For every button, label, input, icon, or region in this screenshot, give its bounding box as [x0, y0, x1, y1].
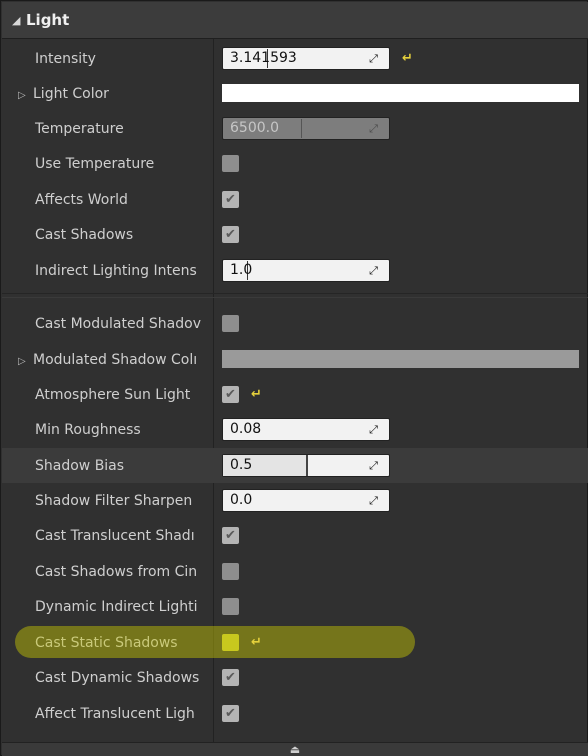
modulated-color-swatch[interactable]: [222, 350, 579, 368]
drag-spin-icon: ⤢: [369, 122, 378, 135]
light-color-label: Light Color: [33, 85, 109, 102]
use-temperature-checkbox[interactable]: [222, 155, 239, 172]
section-title: Light: [26, 11, 70, 29]
label-min-roughness: Min Roughness: [35, 421, 141, 438]
label-shadow-filter: Shadow Filter Sharpen: [35, 492, 193, 509]
shadow-filter-value: 0.0: [230, 492, 253, 508]
min-roughness-input[interactable]: 0.08 ⤢: [222, 418, 390, 441]
label-cast-translucent: Cast Translucent Shadı: [35, 527, 195, 544]
row-cast-shadows: Cast Shadows ✔: [2, 217, 588, 252]
row-dynamic-indirect: Dynamic Indirect Lighti: [2, 589, 588, 624]
row-cast-shadows-cin: Cast Shadows from Cin: [2, 554, 588, 589]
modulated-color-label: Modulated Shadow Colı: [33, 351, 198, 368]
row-shadow-bias: Shadow Bias 0.5 ⤢: [2, 448, 588, 483]
row-atmosphere-sun: Atmosphere Sun Light ✔ ↵: [2, 377, 588, 412]
label-indirect-lighting: Indirect Lighting Intens: [35, 262, 197, 279]
row-cast-modulated: Cast Modulated Shadov: [2, 306, 588, 341]
label-atmosphere-sun: Atmosphere Sun Light: [35, 386, 191, 403]
row-light-color: ▷ Light Color: [2, 76, 588, 111]
row-intensity: Intensity 3.141593 ⤢ ↵: [2, 41, 588, 76]
label-cast-static: Cast Static Shadows: [35, 634, 178, 651]
cast-shadows-cin-checkbox[interactable]: [222, 563, 239, 580]
row-cast-static: Cast Static Shadows ↵: [2, 625, 588, 660]
atmosphere-sun-checkbox[interactable]: ✔: [222, 386, 239, 403]
expand-arrow-icon[interactable]: ▷: [18, 356, 33, 367]
row-cast-dynamic: Cast Dynamic Shadows ✔: [2, 660, 588, 695]
advanced-separator-highlight: [2, 297, 588, 298]
triangle-down-icon: ◢: [12, 13, 21, 27]
label-modulated-color[interactable]: ▷ Modulated Shadow Colı: [2, 352, 213, 368]
indirect-lighting-value: 1.0: [230, 262, 253, 278]
label-cast-shadows-cin: Cast Shadows from Cin: [35, 563, 198, 580]
cast-translucent-checkbox[interactable]: ✔: [222, 527, 239, 544]
expand-arrow-icon[interactable]: ▷: [18, 90, 33, 101]
advanced-toggle[interactable]: ⏏: [2, 742, 588, 756]
cast-dynamic-checkbox[interactable]: ✔: [222, 669, 239, 686]
row-cast-translucent: Cast Translucent Shadı ✔: [2, 518, 588, 553]
label-dynamic-indirect: Dynamic Indirect Lighti: [35, 598, 198, 615]
affect-translucent-checkbox[interactable]: ✔: [222, 705, 239, 722]
drag-spin-icon[interactable]: ⤢: [368, 265, 379, 276]
light-section-header[interactable]: ◢ Light: [2, 2, 588, 39]
label-temperature: Temperature: [35, 120, 124, 137]
affects-world-checkbox[interactable]: ✔: [222, 191, 239, 208]
checkmark-icon: ✔: [225, 387, 236, 402]
intensity-value: 3.141593: [230, 50, 297, 66]
label-use-temperature: Use Temperature: [35, 155, 155, 172]
light-color-swatch[interactable]: [222, 84, 579, 102]
temperature-input: 6500.0 ⤢: [222, 117, 390, 140]
drag-spin-icon[interactable]: ⤢: [368, 53, 379, 64]
shadow-bias-input[interactable]: 0.5 ⤢: [222, 454, 390, 477]
dynamic-indirect-checkbox[interactable]: [222, 598, 239, 615]
reset-to-default-icon[interactable]: ↵: [251, 387, 262, 402]
row-temperature: Temperature 6500.0 ⤢: [2, 111, 588, 146]
drag-spin-icon[interactable]: ⤢: [368, 495, 379, 506]
row-modulated-color: ▷ Modulated Shadow Colı: [2, 342, 588, 377]
label-cast-shadows: Cast Shadows: [35, 226, 134, 243]
drag-spin-icon[interactable]: ⤢: [368, 424, 379, 435]
reset-to-default-icon[interactable]: ↵: [402, 51, 413, 66]
label-affect-translucent: Affect Translucent Ligh: [35, 705, 195, 722]
label-light-color[interactable]: ▷ Light Color: [2, 86, 213, 102]
slider-fill: [301, 119, 302, 138]
row-shadow-filter: Shadow Filter Sharpen 0.0 ⤢: [2, 483, 588, 518]
label-cast-modulated: Cast Modulated Shadov: [35, 315, 201, 332]
indirect-lighting-input[interactable]: 1.0 ⤢: [222, 259, 390, 282]
checkmark-icon: ✔: [225, 528, 236, 543]
min-roughness-value: 0.08: [230, 421, 262, 437]
checkmark-icon: ✔: [225, 706, 236, 721]
checkmark-icon: ✔: [225, 670, 236, 685]
intensity-input[interactable]: 3.141593 ⤢: [222, 47, 390, 70]
row-indirect-lighting: Indirect Lighting Intens 1.0 ⤢: [2, 253, 588, 288]
row-affect-translucent: Affect Translucent Ligh ✔: [2, 696, 588, 731]
collapse-advanced-icon[interactable]: ⏏: [290, 744, 300, 755]
checkmark-icon: ✔: [225, 192, 236, 207]
row-use-temperature: Use Temperature: [2, 146, 588, 181]
row-min-roughness: Min Roughness 0.08 ⤢: [2, 412, 588, 447]
checkmark-icon: ✔: [225, 227, 236, 242]
details-panel: ◢ Light Intensity 3.141593 ⤢ ↵ ▷ Light Co…: [0, 0, 588, 756]
shadow-filter-input[interactable]: 0.0 ⤢: [222, 489, 390, 512]
shadow-bias-value: 0.5: [230, 457, 253, 473]
label-cast-dynamic: Cast Dynamic Shadows: [35, 669, 200, 686]
cast-static-checkbox[interactable]: [222, 634, 239, 651]
label-affects-world: Affects World: [35, 191, 128, 208]
label-shadow-bias: Shadow Bias: [35, 457, 125, 474]
advanced-separator: [2, 293, 588, 294]
cast-shadows-checkbox[interactable]: ✔: [222, 226, 239, 243]
drag-spin-icon[interactable]: ⤢: [368, 460, 379, 471]
cast-modulated-checkbox[interactable]: [222, 315, 239, 332]
reset-to-default-icon[interactable]: ↵: [251, 635, 262, 650]
label-intensity: Intensity: [35, 50, 96, 67]
temperature-value: 6500.0: [230, 120, 279, 136]
row-affects-world: Affects World ✔: [2, 182, 588, 217]
